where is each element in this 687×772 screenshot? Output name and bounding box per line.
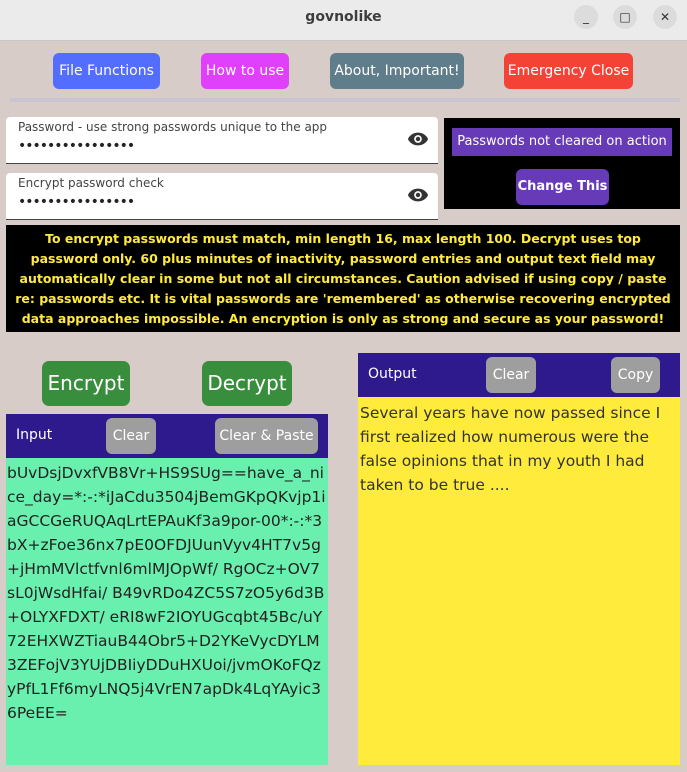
maximize-button[interactable]: □ <box>613 5 637 29</box>
input-panel-header: Input Clear Clear & Paste <box>6 414 328 458</box>
close-icon: ✕ <box>659 10 671 24</box>
password-check-value: •••••••••••••••• <box>18 194 135 210</box>
decrypt-button[interactable]: Decrypt <box>202 361 292 406</box>
password-check-field[interactable]: Encrypt password check •••••••••••••••• <box>6 173 438 220</box>
about-button[interactable]: About, Important! <box>330 53 464 89</box>
password-policy-status: Passwords not cleared on action <box>452 128 672 156</box>
minimize-icon: _ <box>583 10 589 24</box>
input-clear-button[interactable]: Clear <box>106 418 156 454</box>
file-functions-button[interactable]: File Functions <box>53 53 160 89</box>
output-panel-header: Output Clear Copy <box>358 353 680 397</box>
password-check-label: Encrypt password check <box>18 176 164 190</box>
password-field[interactable]: Password - use strong passwords unique t… <box>6 117 438 164</box>
password-policy-panel: Passwords not cleared on action Change T… <box>444 118 680 209</box>
output-title: Output <box>368 366 417 382</box>
output-copy-button[interactable]: Copy <box>611 357 660 393</box>
password-label: Password - use strong passwords unique t… <box>18 120 328 134</box>
input-clear-paste-button[interactable]: Clear & Paste <box>215 418 318 454</box>
input-textarea[interactable]: bUvDsjDvxfVB8Vr+HS9SUg==have_a_nice_day=… <box>6 458 328 765</box>
password-value: •••••••••••••••• <box>18 138 135 154</box>
maximize-icon: □ <box>619 10 631 24</box>
output-clear-button[interactable]: Clear <box>486 357 536 393</box>
eye-icon[interactable] <box>407 131 429 147</box>
divider <box>10 98 680 102</box>
encrypt-button[interactable]: Encrypt <box>42 361 130 406</box>
warning-text: To encrypt passwords must match, min len… <box>6 225 680 332</box>
eye-icon[interactable] <box>407 187 429 203</box>
input-title: Input <box>16 427 53 443</box>
minimize-button[interactable]: _ <box>574 5 598 29</box>
close-button[interactable]: ✕ <box>653 5 677 29</box>
how-to-use-button[interactable]: How to use <box>201 53 289 89</box>
change-policy-button[interactable]: Change This <box>516 169 609 205</box>
output-textarea[interactable]: Several years have now passed since I fi… <box>358 397 680 765</box>
window-titlebar: govnolike _ □ ✕ <box>0 0 687 41</box>
emergency-close-button[interactable]: Emergency Close <box>504 53 633 89</box>
